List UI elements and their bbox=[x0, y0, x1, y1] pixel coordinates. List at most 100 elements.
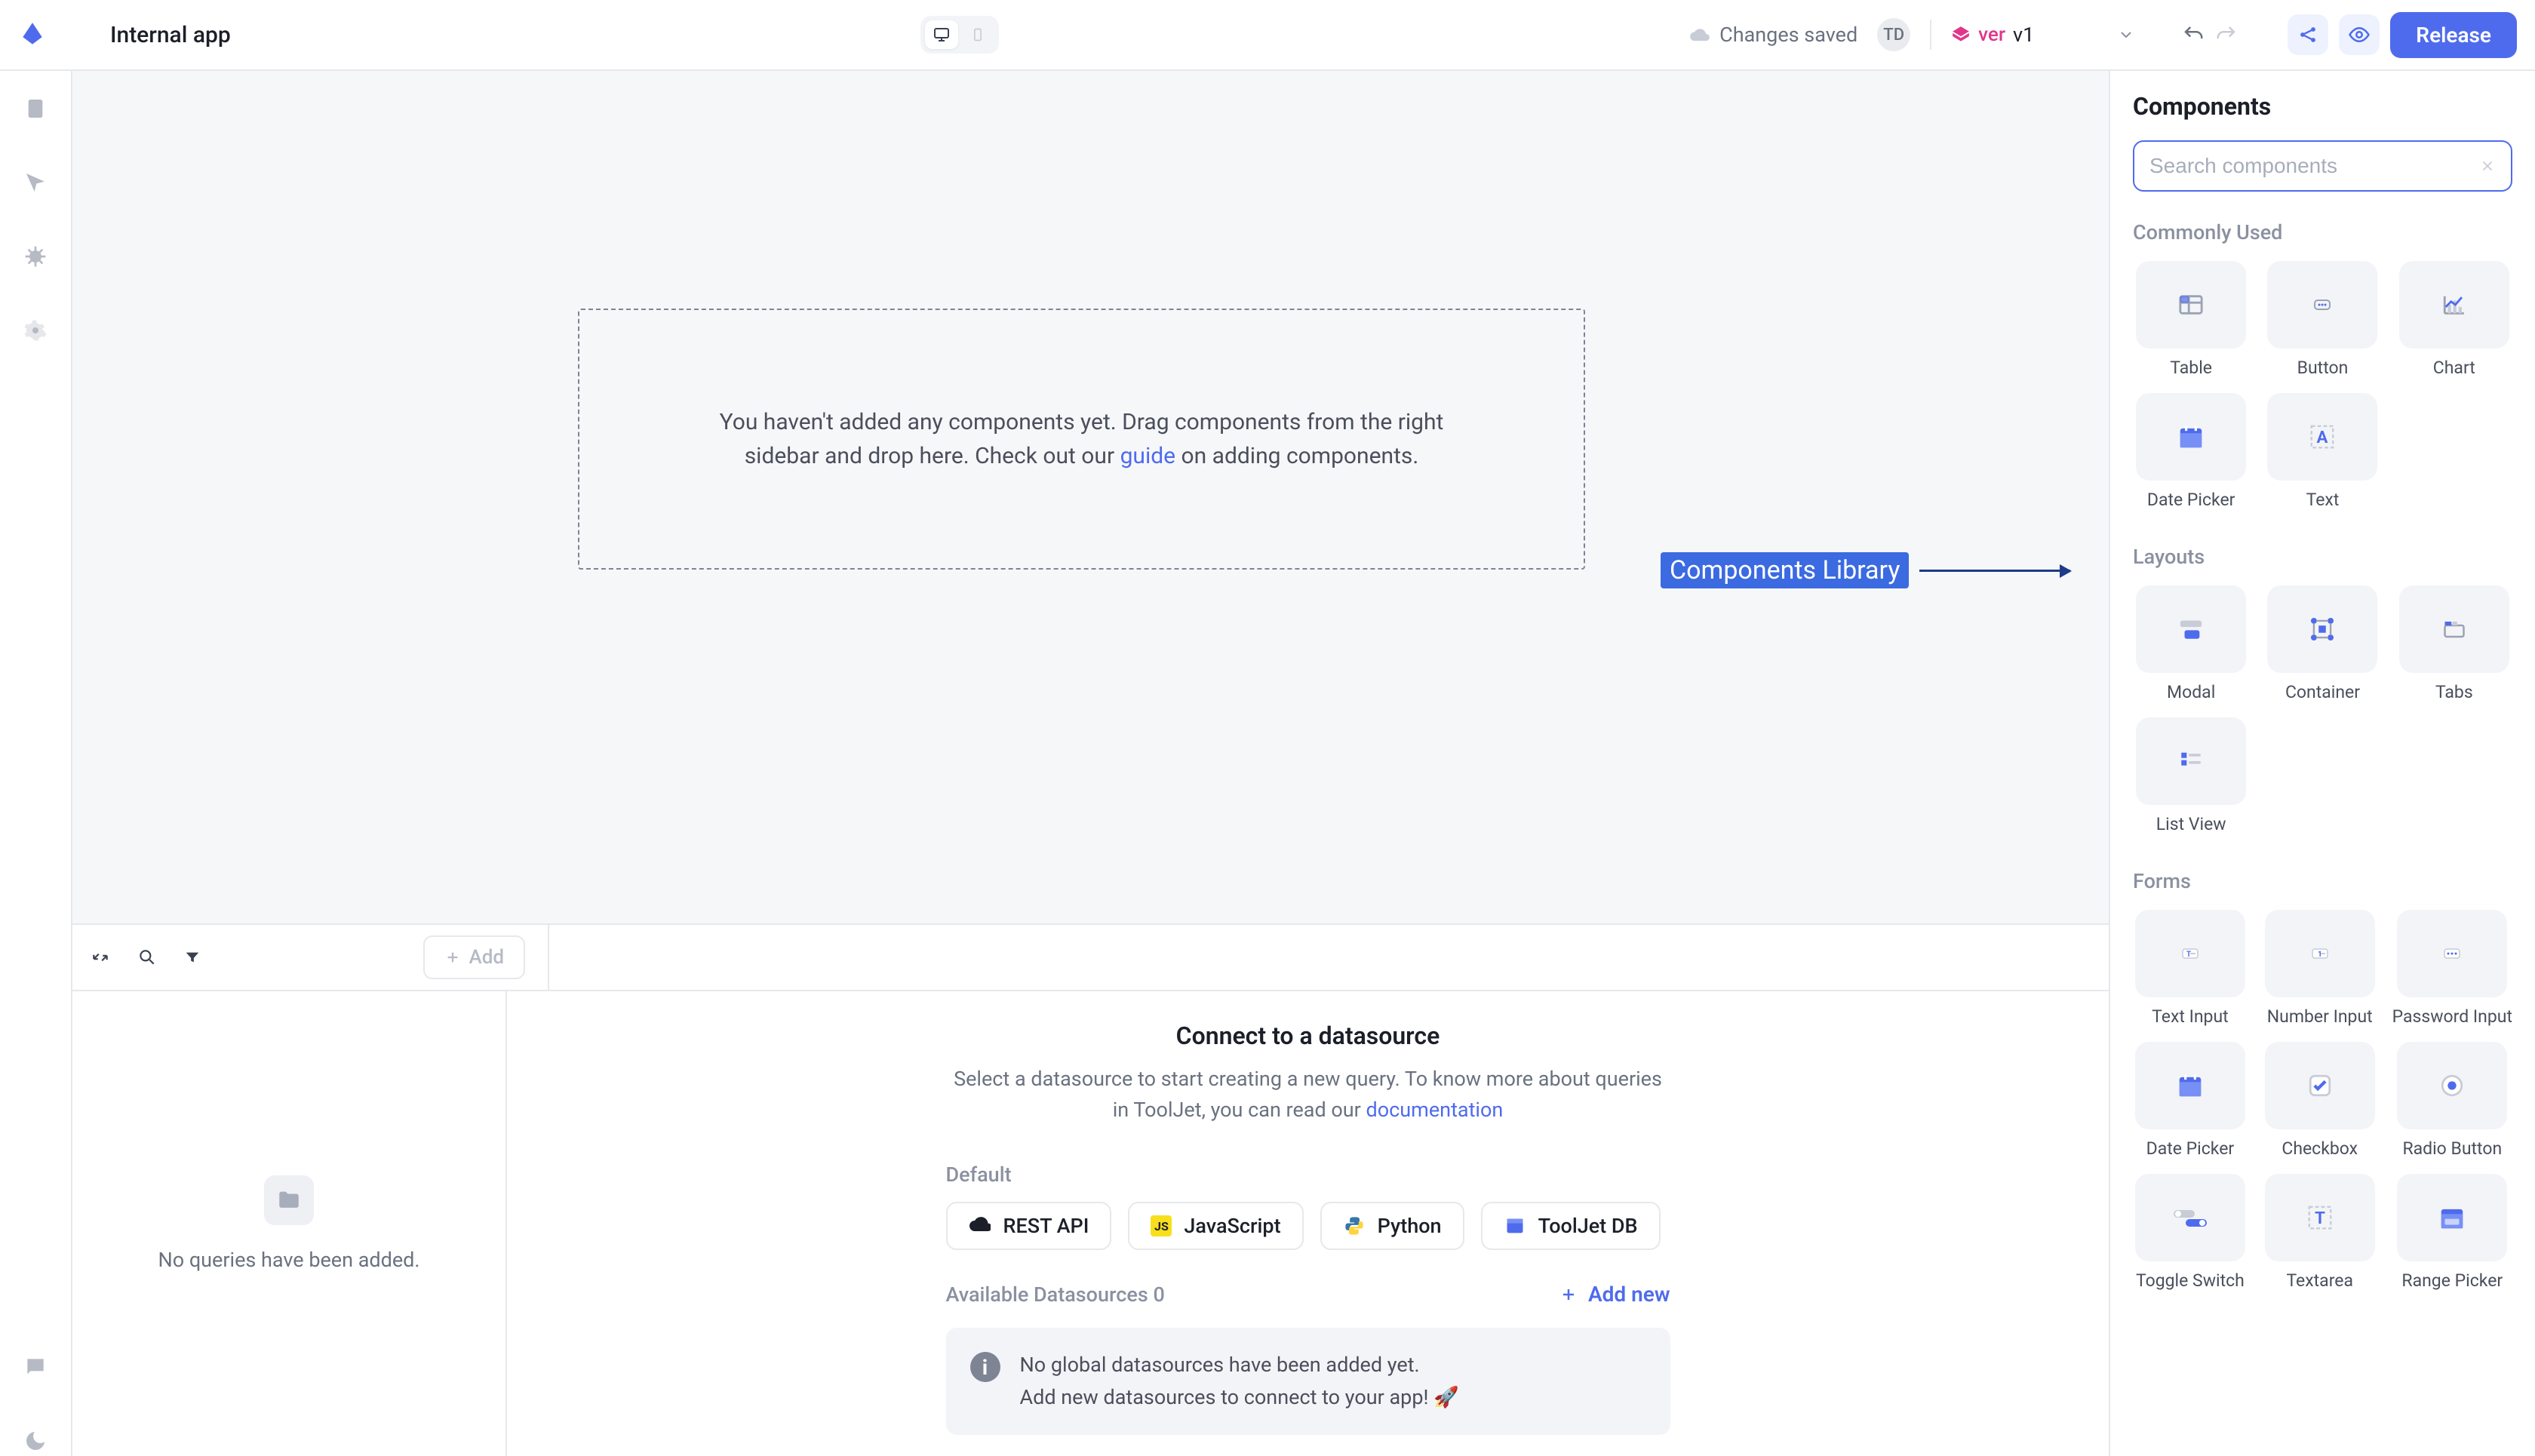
component-label: Password Input bbox=[2392, 1006, 2512, 1027]
tabs-icon bbox=[2399, 585, 2509, 673]
component-label: Button bbox=[2297, 358, 2349, 378]
avatar[interactable]: TD bbox=[1877, 18, 1910, 51]
section-forms: Forms bbox=[2133, 869, 2512, 893]
component-label: Table bbox=[2170, 358, 2212, 378]
component-password-input[interactable]: Password Input bbox=[2392, 910, 2512, 1027]
ds-javascript-button[interactable]: JS JavaScript bbox=[1128, 1202, 1303, 1250]
app-name[interactable]: Internal app bbox=[110, 22, 231, 48]
component-label: Text Input bbox=[2152, 1006, 2229, 1027]
date-picker-icon bbox=[2136, 393, 2246, 481]
version-selector[interactable]: ver v1 bbox=[1951, 23, 2135, 47]
text-icon: A bbox=[2267, 393, 2377, 481]
svg-text:T: T bbox=[2315, 1209, 2325, 1228]
component-label: Modal bbox=[2167, 682, 2215, 702]
inspector-icon[interactable] bbox=[20, 167, 51, 198]
component-modal[interactable]: Modal bbox=[2133, 585, 2249, 702]
component-number-input[interactable]: 1 Number Input bbox=[2263, 910, 2377, 1027]
toggle-switch-icon bbox=[2135, 1174, 2245, 1261]
range-picker-icon bbox=[2397, 1174, 2507, 1261]
available-ds-label: Available Datasources 0 bbox=[946, 1282, 1165, 1307]
add-new-ds-button[interactable]: Add new bbox=[1559, 1282, 1670, 1307]
save-status: Changes saved bbox=[1689, 23, 1857, 47]
svg-text:A: A bbox=[2317, 428, 2328, 447]
save-status-text: Changes saved bbox=[1719, 23, 1857, 47]
layers-icon bbox=[1951, 25, 1971, 45]
component-label: Chart bbox=[2433, 358, 2475, 378]
info-icon: i bbox=[970, 1352, 1000, 1382]
redo-button[interactable] bbox=[2215, 23, 2238, 46]
date-picker-icon bbox=[2135, 1042, 2245, 1129]
component-search-input[interactable] bbox=[2149, 154, 2479, 178]
section-layouts: Layouts bbox=[2133, 545, 2512, 569]
svg-text:1: 1 bbox=[2318, 951, 2322, 959]
component-date-picker[interactable]: Date Picker bbox=[2133, 1042, 2248, 1159]
version-label: ver bbox=[1978, 23, 2005, 46]
component-label: List View bbox=[2156, 814, 2226, 834]
component-chart[interactable]: Chart bbox=[2396, 261, 2512, 378]
comments-icon[interactable] bbox=[20, 1352, 51, 1382]
preview-button[interactable] bbox=[2339, 14, 2380, 55]
password-input-icon bbox=[2397, 910, 2507, 997]
no-queries-text: No queries have been added. bbox=[158, 1248, 419, 1272]
undo-button[interactable] bbox=[2182, 23, 2205, 46]
arrow-icon bbox=[1919, 570, 2070, 572]
ds-info-box: i No global datasources have been added … bbox=[946, 1328, 1670, 1435]
number-input-icon: 1 bbox=[2265, 910, 2375, 997]
component-date-picker[interactable]: Date Picker bbox=[2133, 393, 2249, 510]
component-range-picker[interactable]: Range Picker bbox=[2392, 1174, 2512, 1291]
table-icon bbox=[2136, 261, 2246, 349]
logo-icon[interactable] bbox=[18, 20, 47, 49]
ds-info-line1: No global datasources have been added ye… bbox=[1020, 1349, 1459, 1381]
debugger-icon[interactable] bbox=[20, 241, 51, 272]
settings-icon[interactable] bbox=[20, 315, 51, 346]
collapse-icon[interactable] bbox=[91, 948, 110, 967]
release-button[interactable]: Release bbox=[2390, 12, 2517, 58]
component-radio-button[interactable]: Radio Button bbox=[2392, 1042, 2512, 1159]
chevron-down-icon bbox=[2117, 26, 2135, 44]
datasource-panel: Connect to a datasource Select a datasou… bbox=[507, 991, 2109, 1456]
add-query-button[interactable]: Add bbox=[423, 935, 525, 979]
component-label: Radio Button bbox=[2402, 1138, 2502, 1159]
component-table[interactable]: Table bbox=[2133, 261, 2249, 378]
js-icon: JS bbox=[1151, 1215, 1172, 1236]
list-view-icon bbox=[2136, 717, 2246, 805]
component-tabs[interactable]: Tabs bbox=[2396, 585, 2512, 702]
guide-link[interactable]: guide bbox=[1120, 443, 1176, 469]
canvas[interactable]: You haven't added any components yet. Dr… bbox=[72, 71, 2109, 923]
component-textarea[interactable]: T Textarea bbox=[2263, 1174, 2377, 1291]
ds-rest-api-button[interactable]: REST API bbox=[946, 1202, 1112, 1250]
component-search[interactable] bbox=[2133, 140, 2512, 192]
empty-canvas-text: You haven't added any components yet. Dr… bbox=[715, 405, 1448, 473]
left-sidebar bbox=[0, 71, 72, 1456]
component-label: Tabs bbox=[2435, 682, 2473, 702]
component-label: Number Input bbox=[2267, 1006, 2373, 1027]
component-label: Toggle Switch bbox=[2136, 1270, 2245, 1291]
component-checkbox[interactable]: Checkbox bbox=[2263, 1042, 2377, 1159]
component-text[interactable]: AText bbox=[2264, 393, 2380, 510]
theme-icon[interactable] bbox=[20, 1426, 51, 1456]
filter-icon[interactable] bbox=[184, 949, 201, 966]
query-list-panel: No queries have been added. bbox=[72, 991, 507, 1456]
device-desktop-button[interactable] bbox=[925, 20, 958, 49]
documentation-link[interactable]: documentation bbox=[1366, 1098, 1504, 1122]
canvas-dropzone[interactable]: You haven't added any components yet. Dr… bbox=[578, 309, 1585, 570]
textarea-icon: T bbox=[2265, 1174, 2375, 1261]
device-toggle bbox=[920, 16, 999, 54]
component-button[interactable]: Button bbox=[2264, 261, 2380, 378]
ds-title: Connect to a datasource bbox=[946, 1021, 1670, 1050]
search-icon[interactable] bbox=[137, 948, 157, 967]
ds-tooljetdb-button[interactable]: ToolJet DB bbox=[1481, 1202, 1661, 1250]
section-commonly-used: Commonly Used bbox=[2133, 220, 2512, 244]
component-toggle-switch[interactable]: Toggle Switch bbox=[2133, 1174, 2248, 1291]
component-label: Container bbox=[2285, 682, 2360, 702]
device-mobile-button[interactable] bbox=[961, 20, 994, 49]
component-list-view[interactable]: List View bbox=[2133, 717, 2249, 834]
components-panel: Components Commonly Used TableButtonChar… bbox=[2109, 71, 2535, 1456]
component-text-input[interactable]: TText Input bbox=[2133, 910, 2248, 1027]
component-label: Textarea bbox=[2286, 1270, 2353, 1291]
ds-python-button[interactable]: Python bbox=[1320, 1202, 1464, 1250]
clear-search-icon[interactable] bbox=[2479, 158, 2496, 174]
component-container[interactable]: Container bbox=[2264, 585, 2380, 702]
pages-icon[interactable] bbox=[20, 94, 51, 124]
share-button[interactable] bbox=[2288, 14, 2328, 55]
